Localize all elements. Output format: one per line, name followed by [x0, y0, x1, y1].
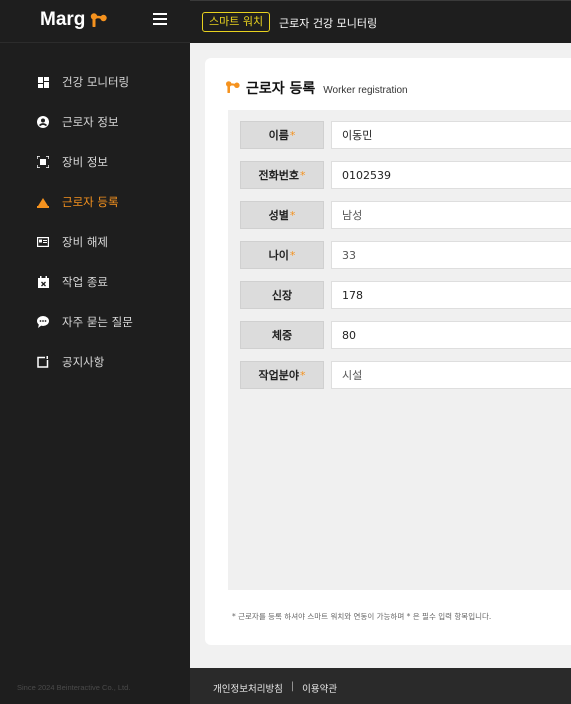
phone-field[interactable]: 0102539: [331, 161, 571, 189]
sidebar-item-work-end[interactable]: 작업 종료: [0, 262, 190, 302]
required-mark: *: [289, 128, 296, 142]
id-card-icon: [37, 236, 49, 248]
sidebar-item-label: 장비 정보: [62, 155, 108, 169]
sidebar-item-health-monitoring[interactable]: 건강 모니터링: [0, 62, 190, 102]
sidebar-header: Marg: [0, 0, 190, 43]
card-subtitle: Worker registration: [323, 85, 408, 96]
label-text: 이름: [268, 129, 289, 142]
sidebar-copyright: Since 2024 Beinteractive Co., Ltd.: [17, 683, 131, 692]
scan-icon: [37, 156, 49, 168]
sidebar-item-label: 건강 모니터링: [62, 75, 130, 89]
form-label: 전화번호 *: [240, 161, 324, 189]
form-row-weight: 체중 80: [240, 321, 571, 349]
work-field-select[interactable]: 시설: [331, 361, 571, 389]
required-mark: *: [289, 248, 296, 262]
form-row-gender: 성별 * 남성: [240, 201, 571, 229]
sidebar-item-device-info[interactable]: 장비 정보: [0, 142, 190, 182]
menu-toggle-icon[interactable]: [153, 13, 167, 29]
label-text: 신장: [271, 289, 293, 302]
sidebar-item-faq[interactable]: 자주 묻는 질문: [0, 302, 190, 342]
card-title: 근로자 등록: [246, 81, 316, 97]
card-header: 근로자 등록 Worker registration: [225, 78, 408, 98]
gender-field[interactable]: 남성: [331, 201, 571, 229]
label-text: 성별: [268, 209, 289, 222]
required-mark: *: [299, 168, 306, 182]
logo-text: Marg: [40, 9, 86, 30]
sidebar-item-notice[interactable]: 공지사항: [0, 342, 190, 382]
label-text: 전화번호: [258, 169, 299, 182]
sidebar: Marg 건강 모니터링 근로자 정보 장비 정보 근로자 등록 장비 해제 작…: [0, 0, 190, 704]
form-row-work-field: 작업분야 * 시설: [240, 361, 571, 389]
sidebar-item-label: 공지사항: [62, 355, 105, 369]
weight-field[interactable]: 80: [331, 321, 571, 349]
logo-mark-icon: [90, 13, 108, 27]
form-row-name: 이름 * 이동민: [240, 121, 571, 149]
form-label: 이름 *: [240, 121, 324, 149]
privacy-policy-link[interactable]: 개인정보처리방침: [213, 681, 283, 695]
notice-icon: [37, 356, 49, 368]
form-label: 나이 *: [240, 241, 324, 269]
registration-card: 근로자 등록 Worker registration 이름 * 이동민 전화번호 *…: [205, 58, 571, 645]
calendar-x-icon: [37, 276, 49, 288]
age-field[interactable]: 33: [331, 241, 571, 269]
logo[interactable]: Marg: [40, 9, 108, 31]
user-circle-icon: [37, 116, 49, 128]
label-text: 나이: [268, 249, 289, 262]
form-row-phone: 전화번호 * 0102539: [240, 161, 571, 189]
form-label: 성별 *: [240, 201, 324, 229]
height-field[interactable]: 178: [331, 281, 571, 309]
device-badge[interactable]: 스마트 워치: [202, 12, 271, 32]
top-bar: 스마트 워치 근로자 건강 모니터링: [190, 0, 571, 43]
sidebar-item-label: 근로자 등록: [62, 195, 119, 209]
form-label: 신장: [240, 281, 324, 309]
form-row-age: 나이 * 33: [240, 241, 571, 269]
form-panel: 이름 * 이동민 전화번호 * 0102539 성별 * 남성 나이 * 33 신장 1…: [228, 110, 571, 590]
sidebar-item-device-release[interactable]: 장비 해제: [0, 222, 190, 262]
sidebar-item-label: 장비 해제: [62, 235, 108, 249]
brand-mark-icon: [225, 78, 241, 97]
sidebar-item-worker-registration[interactable]: 근로자 등록: [0, 182, 190, 222]
sidebar-item-worker-info[interactable]: 근로자 정보: [0, 102, 190, 142]
form-row-height: 신장 178: [240, 281, 571, 309]
form-label: 작업분야 *: [240, 361, 324, 389]
name-field[interactable]: 이동민: [331, 121, 571, 149]
chat-bubble-icon: [37, 316, 49, 328]
registration-note: * 근로자를 등록 하셔야 스마트 워치와 연동이 가능하며 * 은 필수 입력…: [232, 612, 492, 621]
required-mark: *: [289, 208, 296, 222]
required-mark: *: [299, 368, 306, 382]
terms-link[interactable]: 이용약관: [302, 681, 337, 695]
hardhat-icon: [37, 196, 49, 208]
sidebar-item-label: 작업 종료: [62, 275, 108, 289]
page-title: 근로자 건강 모니터링: [279, 17, 378, 30]
footer-links: 개인정보처리방침 | 이용약관: [213, 681, 337, 695]
label-text: 체중: [271, 329, 293, 342]
sidebar-item-label: 자주 묻는 질문: [62, 315, 133, 329]
label-text: 작업분야: [258, 369, 299, 382]
form-label: 체중: [240, 321, 324, 349]
sidebar-item-label: 근로자 정보: [62, 115, 119, 129]
dashboard-icon: [37, 76, 49, 88]
footer-separator: |: [290, 681, 295, 692]
footer-bar: 개인정보처리방침 | 이용약관: [190, 668, 571, 704]
